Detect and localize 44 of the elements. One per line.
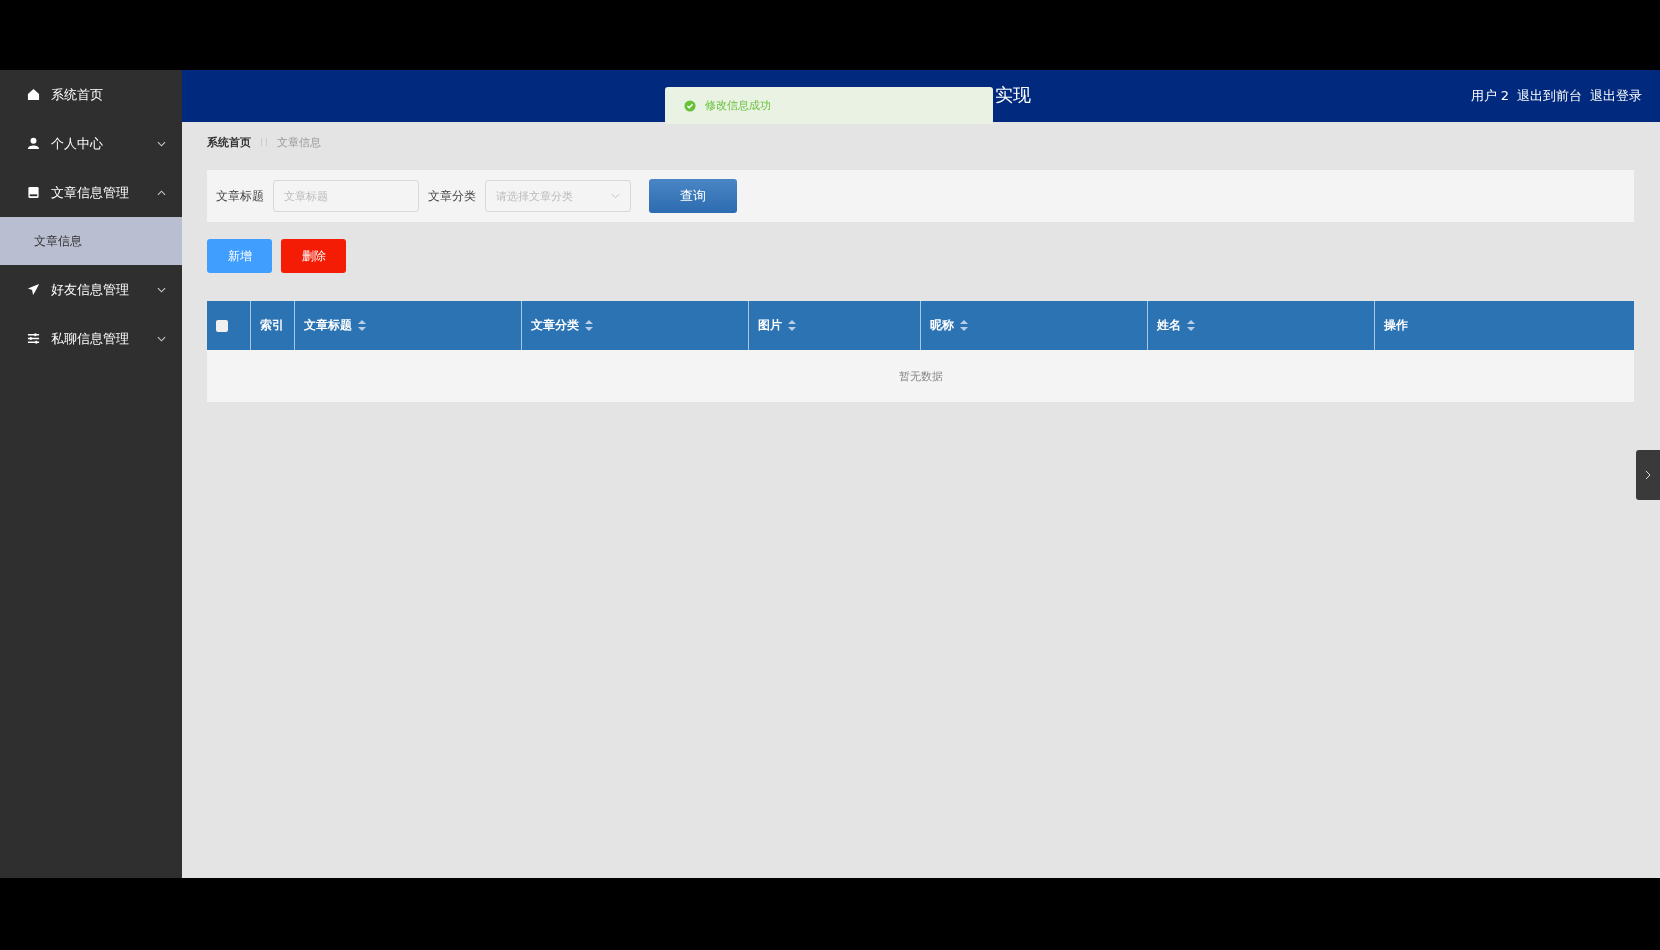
side-panel-toggle[interactable]	[1636, 450, 1660, 500]
sliders-icon	[27, 332, 40, 345]
sort-icon	[585, 320, 593, 331]
menu-item[interactable]: 个人中心	[0, 119, 182, 168]
column-header[interactable]: 文章标题	[294, 301, 521, 350]
empty-text: 暂无数据	[898, 368, 943, 384]
page-title: 实现	[995, 83, 1031, 107]
column-header[interactable]: 索引	[250, 301, 294, 350]
menu-item[interactable]: 文章信息管理	[0, 168, 182, 217]
chevron-down-icon	[157, 286, 166, 293]
chevron-down-icon	[611, 193, 620, 199]
header-link[interactable]: 退出登录	[1590, 87, 1642, 105]
sort-icon	[1187, 320, 1195, 331]
chevron-down-icon	[157, 140, 166, 147]
breadcrumb-link[interactable]: 系统首页	[207, 134, 251, 150]
user-name: 用户 2	[1470, 87, 1509, 105]
home-icon	[27, 88, 40, 101]
field-label: 文章标题	[216, 187, 264, 205]
select-all-checkbox[interactable]	[216, 319, 228, 332]
chevron-right-icon	[1645, 470, 1651, 480]
menu-item[interactable]: 好友信息管理	[0, 265, 182, 314]
delete-button[interactable]: 删除	[281, 239, 346, 273]
column-header[interactable]: 姓名	[1147, 301, 1374, 350]
submenu-item[interactable]: 文章信息	[0, 217, 182, 265]
column-header[interactable]: 操作	[1374, 301, 1634, 350]
user-icon	[27, 137, 40, 150]
paper-plane-icon	[27, 283, 40, 296]
column-header[interactable]: 昵称	[920, 301, 1147, 350]
chevron-up-icon	[157, 189, 166, 196]
sort-icon	[358, 320, 366, 331]
search-button[interactable]: 查询	[649, 179, 737, 213]
header-link[interactable]: 退出到前台	[1517, 87, 1582, 105]
column-header[interactable]: 图片	[748, 301, 920, 350]
menu-item[interactable]: 私聊信息管理	[0, 314, 182, 363]
document-icon	[27, 186, 40, 199]
sort-icon	[788, 320, 796, 331]
menu-item[interactable]: 系统首页	[0, 70, 182, 119]
add-button[interactable]: 新增	[207, 239, 272, 273]
field-label: 文章分类	[428, 187, 476, 205]
column-header[interactable]: 文章分类	[521, 301, 748, 350]
toast-text: 修改信息成功	[705, 98, 771, 113]
chevron-down-icon	[157, 335, 166, 342]
check-circle-icon	[684, 99, 696, 112]
sort-icon	[960, 320, 968, 331]
